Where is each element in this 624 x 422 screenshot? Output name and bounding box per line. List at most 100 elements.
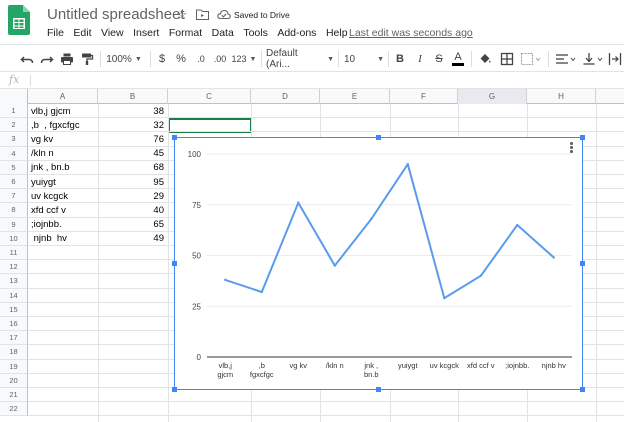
menu-data[interactable]: Data bbox=[212, 27, 234, 41]
star-icon[interactable]: ☆ bbox=[176, 7, 188, 23]
data-point[interactable] bbox=[406, 162, 409, 166]
italic-button[interactable]: I bbox=[414, 51, 426, 67]
menu-view[interactable]: View bbox=[101, 27, 124, 41]
move-folder-icon[interactable] bbox=[196, 9, 209, 20]
menu-format[interactable]: Format bbox=[169, 27, 202, 41]
resize-handle[interactable] bbox=[580, 387, 585, 392]
data-point[interactable] bbox=[370, 217, 373, 221]
resize-handle[interactable] bbox=[172, 135, 177, 140]
row-header[interactable]: 9 bbox=[0, 217, 28, 232]
row-header[interactable]: 4 bbox=[0, 146, 28, 161]
row-header[interactable]: 7 bbox=[0, 189, 28, 204]
row-header[interactable]: 19 bbox=[0, 359, 28, 374]
menu-help[interactable]: Help bbox=[326, 27, 348, 41]
row-header[interactable]: 17 bbox=[0, 331, 28, 346]
increase-decimal-button[interactable]: .00 bbox=[211, 51, 229, 67]
row-header[interactable]: 13 bbox=[0, 274, 28, 289]
menu-edit[interactable]: Edit bbox=[73, 27, 91, 41]
column-header-a[interactable]: A bbox=[28, 89, 98, 104]
cell-b4[interactable]: 45 bbox=[98, 148, 164, 159]
column-header-e[interactable]: E bbox=[320, 89, 390, 104]
data-point[interactable] bbox=[479, 274, 482, 277]
strikethrough-button[interactable]: S bbox=[433, 51, 445, 67]
menu-insert[interactable]: Insert bbox=[133, 27, 159, 41]
cell-b8[interactable]: 40 bbox=[98, 205, 164, 216]
cell-a2[interactable]: ,b , fgxcfgc bbox=[31, 120, 80, 131]
percent-format-button[interactable]: % bbox=[174, 51, 188, 67]
resize-handle[interactable] bbox=[580, 135, 585, 140]
column-header-f[interactable]: F bbox=[390, 89, 458, 104]
column-header-h[interactable]: H bbox=[527, 89, 596, 104]
series-line[interactable] bbox=[224, 163, 555, 300]
row-header[interactable]: 3 bbox=[0, 132, 28, 147]
formula-bar[interactable]: fx bbox=[0, 72, 624, 89]
row-header[interactable]: 12 bbox=[0, 260, 28, 275]
data-point[interactable] bbox=[260, 290, 263, 294]
row-header[interactable]: 14 bbox=[0, 288, 28, 303]
resize-handle[interactable] bbox=[376, 135, 381, 140]
currency-format-button[interactable]: $ bbox=[155, 51, 169, 67]
decrease-decimal-button[interactable]: .0 bbox=[193, 51, 209, 67]
row-header[interactable]: 5 bbox=[0, 160, 28, 175]
select-all-corner[interactable] bbox=[0, 89, 28, 104]
data-point[interactable] bbox=[516, 223, 519, 227]
row-header[interactable]: 22 bbox=[0, 402, 28, 417]
data-point[interactable] bbox=[224, 278, 227, 282]
more-options-icon[interactable] bbox=[570, 142, 574, 154]
row-header[interactable]: 6 bbox=[0, 175, 28, 190]
cell-a1[interactable]: vlb,j gjcm bbox=[31, 106, 71, 117]
row-header[interactable]: 20 bbox=[0, 373, 28, 388]
row-header[interactable]: 8 bbox=[0, 203, 28, 218]
vertical-align-icon[interactable] bbox=[582, 51, 604, 67]
redo-icon[interactable] bbox=[40, 51, 54, 67]
cell-a3[interactable]: vg kv bbox=[31, 134, 53, 145]
cell-a6[interactable]: yuiygt bbox=[31, 177, 56, 188]
cell-b2[interactable]: 32 bbox=[98, 120, 164, 131]
cell-a9[interactable]: ;iojnbb. bbox=[31, 219, 62, 230]
column-header-g[interactable]: G bbox=[458, 89, 527, 104]
menu-tools[interactable]: Tools bbox=[243, 27, 268, 41]
more-formats-button[interactable]: 123 ▼ bbox=[231, 51, 257, 67]
cell-a10[interactable]: njnb hv bbox=[31, 233, 67, 244]
cell-a7[interactable]: uv kcgck bbox=[31, 191, 68, 202]
font-size-select[interactable]: 10 ▼ bbox=[344, 51, 384, 67]
cell-b5[interactable]: 68 bbox=[98, 162, 164, 173]
data-point[interactable] bbox=[333, 264, 336, 267]
sheets-logo-icon[interactable] bbox=[8, 5, 30, 35]
zoom-select[interactable]: 100% ▼ bbox=[104, 51, 144, 67]
row-header[interactable]: 15 bbox=[0, 302, 28, 317]
row-header[interactable]: 2 bbox=[0, 118, 28, 133]
column-header-c[interactable]: C bbox=[168, 89, 251, 104]
cell-b9[interactable]: 65 bbox=[98, 219, 164, 230]
column-header-b[interactable]: B bbox=[98, 89, 168, 104]
paint-format-icon[interactable] bbox=[80, 51, 94, 67]
text-color-button[interactable]: A bbox=[451, 51, 465, 67]
cloud-saved-icon[interactable] bbox=[217, 9, 231, 20]
row-header[interactable]: 18 bbox=[0, 345, 28, 360]
font-select[interactable]: Default (Ari... ▼ bbox=[266, 48, 334, 70]
undo-icon[interactable] bbox=[20, 51, 34, 67]
row-header[interactable]: 1 bbox=[0, 104, 28, 119]
cell-a5[interactable]: jnk , bn.b bbox=[31, 162, 70, 173]
last-edit-link[interactable]: Last edit was seconds ago bbox=[349, 27, 473, 39]
fill-color-icon[interactable] bbox=[478, 51, 492, 67]
row-header[interactable]: 16 bbox=[0, 317, 28, 332]
borders-icon[interactable] bbox=[500, 51, 514, 67]
data-point[interactable] bbox=[443, 296, 446, 300]
column-header-d[interactable]: D bbox=[251, 89, 320, 104]
cell-b7[interactable]: 29 bbox=[98, 191, 164, 202]
resize-handle[interactable] bbox=[376, 387, 381, 392]
cell-b1[interactable]: 38 bbox=[98, 106, 164, 117]
row-header[interactable]: 21 bbox=[0, 388, 28, 403]
data-point[interactable] bbox=[552, 256, 555, 259]
cell-b10[interactable]: 49 bbox=[98, 233, 164, 244]
row-header[interactable]: 11 bbox=[0, 246, 28, 261]
merge-cells-icon[interactable] bbox=[520, 51, 542, 67]
row-header[interactable]: 10 bbox=[0, 231, 28, 246]
text-wrap-icon[interactable] bbox=[608, 51, 622, 67]
menu-file[interactable]: File bbox=[47, 27, 64, 41]
document-title[interactable]: Untitled spreadsheet bbox=[47, 6, 185, 23]
resize-handle[interactable] bbox=[172, 387, 177, 392]
bold-button[interactable]: B bbox=[394, 51, 406, 67]
line-chart[interactable]: 0 25 50 75 100 vlb,j gjcm ,b fgxcfgc vg kv/kln n j… bbox=[174, 137, 583, 390]
